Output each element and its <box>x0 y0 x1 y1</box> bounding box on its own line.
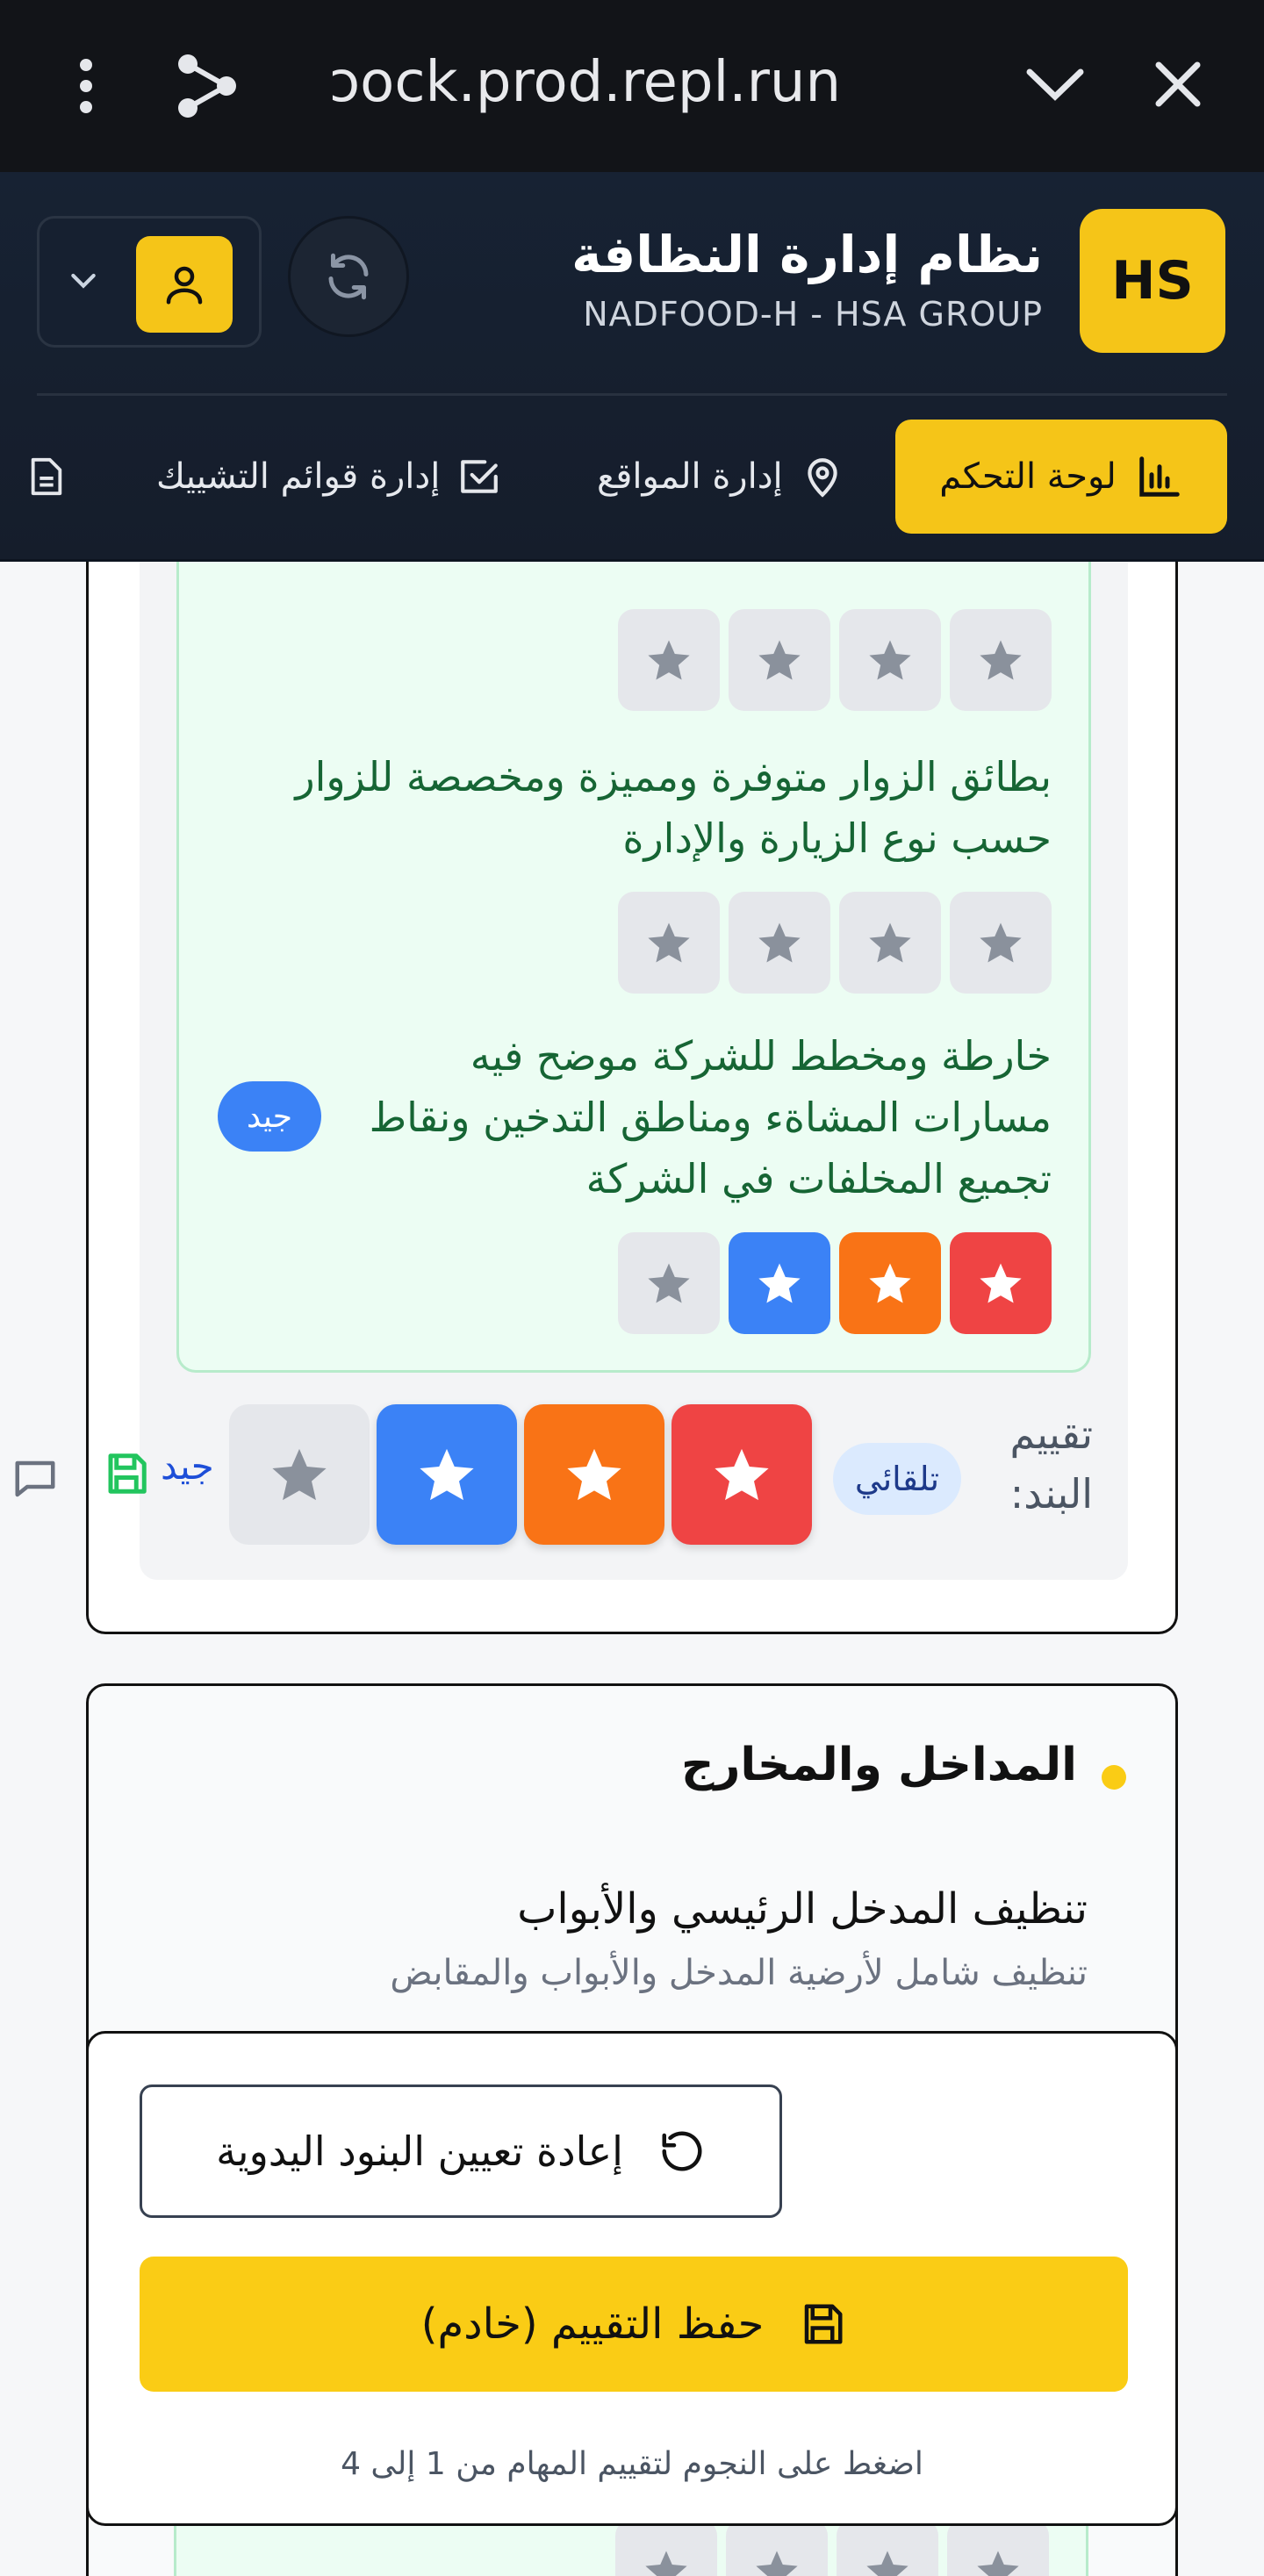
app-header: HS نظام إدارة النظافة NADFOOD-H - HSA GR… <box>0 172 1264 562</box>
reset-manual-items-button[interactable]: إعادة تعيين البنود اليدوية <box>140 2084 782 2218</box>
user-avatar-button[interactable] <box>136 236 233 333</box>
star-button[interactable] <box>726 2520 828 2576</box>
nav-item-reports[interactable] <box>26 420 67 534</box>
save-rating-button[interactable]: حفظ التقييم (خادم) <box>140 2257 1128 2392</box>
user-menu[interactable] <box>37 216 262 348</box>
star-button[interactable] <box>950 609 1052 711</box>
nav-label: لوحة التحكم <box>939 456 1117 497</box>
question-text: بطائق الزوار متوفرة ومميزة ومخصصة للزوار… <box>295 753 1052 862</box>
comment-icon[interactable] <box>11 1455 59 1506</box>
browser-toolbar: ɔock.prod.repl.run <box>0 0 1264 172</box>
bar-chart-icon <box>1139 456 1180 497</box>
question-status-badge: جيد <box>218 1081 321 1152</box>
user-icon <box>166 266 203 305</box>
url-field[interactable]: ɔock.prod.repl.run <box>329 40 856 125</box>
header-divider <box>37 393 1227 396</box>
item-rating-row: تقييم البند: تلقائي جيد <box>15 1404 1128 1559</box>
task-description: تنظيف شامل لأرضية المدخل والأبواب والمقا… <box>390 1953 1088 1993</box>
question-text: خارطة ومخطط للشركة موضح فيه مسارات المشا… <box>369 1032 1052 1202</box>
document-icon <box>31 457 62 496</box>
nav-label: إدارة المواقع <box>597 456 783 497</box>
questions-panel: بطائق الزوار متوفرة ومميزة ومخصصة للزوار… <box>176 544 1091 1373</box>
section-indicator <box>1102 1765 1126 1790</box>
item-rating-stars <box>229 1404 812 1545</box>
star-button[interactable] <box>839 1232 941 1334</box>
item-rating-label: تقييم البند: <box>1009 1410 1093 1518</box>
chevron-down-icon[interactable] <box>1022 58 1088 111</box>
star-button[interactable] <box>839 892 941 994</box>
checkbox-icon <box>461 460 499 493</box>
save-icon <box>805 2304 843 2344</box>
rotate-ccw-icon <box>662 2131 702 2171</box>
nav-item-dashboard[interactable]: لوحة التحكم <box>895 420 1227 534</box>
rating-hint: اضغط على النجوم لتقييم المهام من 1 إلى 4 <box>341 2446 923 2482</box>
star-button[interactable] <box>524 1404 664 1545</box>
star-button[interactable] <box>615 2520 717 2576</box>
checklist-item-body: بطائق الزوار متوفرة ومميزة ومخصصة للزوار… <box>15 544 1128 1580</box>
star-button[interactable] <box>950 892 1052 994</box>
nav-label: إدارة قوائم التشييك <box>156 456 441 497</box>
item-rating-status: جيد <box>161 1445 214 1488</box>
refresh-icon <box>328 253 369 300</box>
star-button[interactable] <box>729 609 830 711</box>
star-button[interactable] <box>618 892 720 994</box>
question-stars <box>615 2520 1049 2576</box>
star-button[interactable] <box>618 1232 720 1334</box>
section-title: المداخل والمخارج <box>680 1739 1077 1791</box>
share-icon[interactable] <box>172 49 242 123</box>
star-button[interactable] <box>839 609 941 711</box>
star-button[interactable] <box>837 2520 938 2576</box>
save-icon[interactable] <box>103 1450 150 1501</box>
checklist-item-card: بطائق الزوار متوفرة ومميزة ومخصصة للزوار… <box>15 544 1178 1634</box>
star-button[interactable] <box>729 892 830 994</box>
chevron-down-icon <box>66 262 101 301</box>
star-button[interactable] <box>947 2520 1049 2576</box>
nav-item-locations[interactable]: إدارة المواقع <box>597 420 844 534</box>
app-title: نظام إدارة النظافة <box>571 225 1043 284</box>
star-button[interactable] <box>377 1404 517 1545</box>
map-pin-icon <box>807 458 837 498</box>
actions-panel: إعادة تعيين البنود اليدوية حفظ التقييم (… <box>86 2031 1178 2526</box>
star-button[interactable] <box>672 1404 812 1545</box>
star-button[interactable] <box>229 1404 370 1545</box>
refresh-button[interactable] <box>288 216 409 337</box>
app-subtitle: NADFOOD-H - HSA GROUP <box>583 295 1043 334</box>
close-icon[interactable] <box>1150 56 1206 112</box>
question-stars <box>618 892 1052 994</box>
reset-label: إعادة تعيين البنود اليدوية <box>216 2128 623 2175</box>
nav-item-checklists[interactable]: إدارة قوائم التشييك <box>156 420 501 534</box>
star-button[interactable] <box>729 1232 830 1334</box>
more-vertical-icon[interactable] <box>61 54 111 118</box>
question-stars <box>618 609 1052 711</box>
auto-mode-badge: تلقائي <box>833 1443 961 1515</box>
question-stars <box>618 1232 1052 1334</box>
star-button[interactable] <box>618 609 720 711</box>
star-button[interactable] <box>950 1232 1052 1334</box>
app-logo: HS <box>1080 209 1225 353</box>
save-label: حفظ التقييم (خادم) <box>420 2300 765 2349</box>
task-title: تنظيف المدخل الرئيسي والأبواب <box>517 1884 1088 1934</box>
